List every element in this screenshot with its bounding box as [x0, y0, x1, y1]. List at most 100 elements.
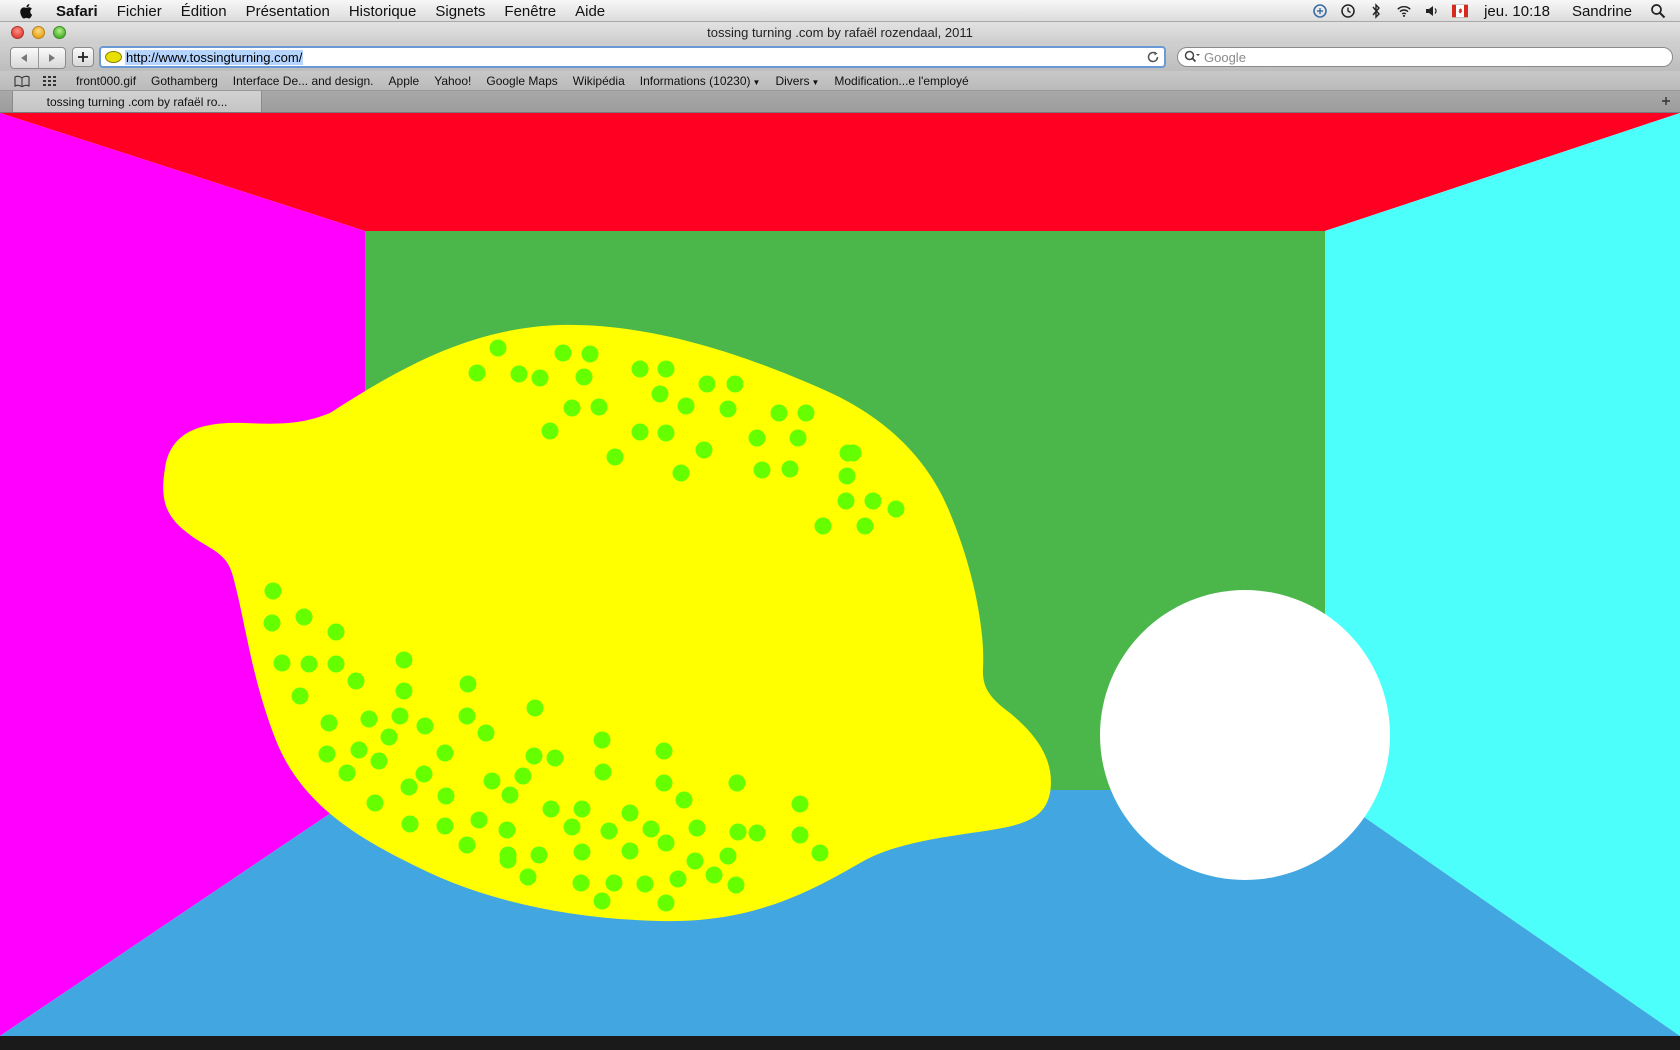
menu-aide[interactable]: Aide: [575, 3, 605, 20]
bookmark-item[interactable]: Yahoo!: [434, 74, 471, 88]
bookmark-item[interactable]: Gothamberg: [151, 74, 218, 88]
bookmark-item[interactable]: Apple: [389, 74, 420, 88]
lemon-dot: [864, 492, 882, 510]
reload-icon[interactable]: [1146, 50, 1160, 64]
menu-presentation[interactable]: Présentation: [246, 3, 330, 20]
lemon-dot: [728, 774, 746, 792]
lemon-dot: [360, 710, 378, 728]
time-machine-icon[interactable]: [1340, 3, 1356, 19]
bookmark-item[interactable]: Wikipédia: [573, 74, 625, 88]
lemon-dot: [657, 834, 675, 852]
menu-user-name[interactable]: Sandrine: [1572, 3, 1632, 20]
sync-icon[interactable]: [1312, 3, 1328, 19]
window-titlebar: tossing turning .com by rafaël rozendaal…: [0, 22, 1680, 44]
lemon-dot: [416, 717, 434, 735]
lemon-dot: [575, 368, 593, 386]
lemon-dot: [320, 714, 338, 732]
top-sites-grid-icon[interactable]: [42, 75, 58, 87]
volume-icon[interactable]: [1424, 3, 1440, 19]
lemon-dot: [655, 774, 673, 792]
lemon-dot: [542, 800, 560, 818]
lemon-dot: [437, 787, 455, 805]
web-content[interactable]: [0, 113, 1680, 1036]
lemon-dot: [436, 817, 454, 835]
menu-bar: Safari Fichier Édition Présentation Hist…: [0, 0, 1680, 22]
lemon-dot: [510, 365, 528, 383]
lemon-dot: [563, 399, 581, 417]
search-field[interactable]: Google: [1177, 47, 1673, 67]
lemon-dot: [753, 461, 771, 479]
bookmark-item[interactable]: Google Maps: [486, 74, 557, 88]
menu-edition[interactable]: Édition: [181, 3, 227, 20]
chevron-down-icon: ▼: [752, 77, 761, 87]
lemon-dot: [631, 360, 649, 378]
lemon-dot: [657, 894, 675, 912]
lemon-dot: [844, 444, 862, 462]
bookmark-item[interactable]: Interface De... and design.: [233, 74, 374, 88]
lemon-dot: [669, 870, 687, 888]
menu-app-safari[interactable]: Safari: [56, 3, 98, 20]
wifi-icon[interactable]: [1396, 3, 1412, 19]
search-icon[interactable]: [1184, 50, 1200, 64]
lemon-dot: [291, 687, 309, 705]
lemon-dot: [698, 375, 716, 393]
lemon-dot: [781, 460, 799, 478]
menu-clock[interactable]: jeu. 10:18: [1484, 3, 1550, 20]
back-arrow-icon: [21, 54, 28, 62]
bookmark-item[interactable]: Modification...e l'employé: [834, 74, 968, 88]
lemon-dot: [887, 500, 905, 518]
flag-icon[interactable]: [1452, 3, 1469, 19]
spotlight-search-icon[interactable]: [1650, 3, 1666, 19]
address-bar-url[interactable]: http://www.tossingturning.com/: [125, 49, 304, 65]
apple-icon[interactable]: [18, 2, 36, 20]
lemon-dot: [458, 707, 476, 725]
bookmark-folder-informations[interactable]: Informations (10230) ▼: [640, 74, 761, 88]
lemon-dot: [370, 752, 388, 770]
lemon-dot: [470, 811, 488, 829]
lemon-dot: [483, 772, 501, 790]
bookmarks-bar: front000.gif Gothamberg Interface De... …: [0, 71, 1680, 91]
lemon-dot: [655, 742, 673, 760]
forward-arrow-icon: [48, 54, 55, 62]
new-tab-plus-icon[interactable]: [1660, 95, 1672, 107]
lemon-dot: [797, 404, 815, 422]
forward-button[interactable]: [37, 48, 66, 68]
lemon-dot: [395, 651, 413, 669]
bookmark-folder-divers[interactable]: Divers ▼: [775, 74, 819, 88]
lemon-dot: [811, 844, 829, 862]
lemon-dot: [636, 875, 654, 893]
tab-active[interactable]: tossing turning .com by rafaël ro...: [12, 91, 262, 112]
bookmark-item[interactable]: front000.gif: [76, 74, 136, 88]
lemon-dot: [318, 745, 336, 763]
lemon-dot: [688, 819, 706, 837]
artwork-canvas[interactable]: [0, 113, 1680, 1036]
lemon-dot: [672, 464, 690, 482]
lemon-dot: [631, 423, 649, 441]
lemon-dot: [677, 397, 695, 415]
lemon-dot: [458, 836, 476, 854]
menu-bar-extras: jeu. 10:18 Sandrine: [1300, 0, 1666, 22]
lemon-dot: [573, 800, 591, 818]
lemon-dot: [395, 682, 413, 700]
lemon-dot: [594, 763, 612, 781]
menu-fenetre[interactable]: Fenêtre: [504, 3, 556, 20]
lemon-dot: [327, 623, 345, 641]
lemon-dot: [436, 744, 454, 762]
lemon-dot: [856, 517, 874, 535]
history-nav: [10, 47, 66, 69]
menu-signets[interactable]: Signets: [435, 3, 485, 20]
lemon-dot: [401, 815, 419, 833]
lemon-dot: [573, 843, 591, 861]
lemon-dot: [350, 741, 368, 759]
menu-historique[interactable]: Historique: [349, 3, 417, 20]
lemon-dot: [295, 608, 313, 626]
lemon-dot: [380, 728, 398, 746]
window-title: tossing turning .com by rafaël rozendaal…: [707, 25, 973, 40]
menu-fichier[interactable]: Fichier: [117, 3, 162, 20]
add-bookmark-button[interactable]: [72, 47, 94, 67]
back-button[interactable]: [11, 48, 38, 68]
bluetooth-icon[interactable]: [1368, 3, 1384, 19]
address-bar[interactable]: http://www.tossingturning.com/: [99, 46, 1166, 68]
reading-list-book-icon[interactable]: [14, 75, 30, 87]
lemon-dot: [593, 892, 611, 910]
